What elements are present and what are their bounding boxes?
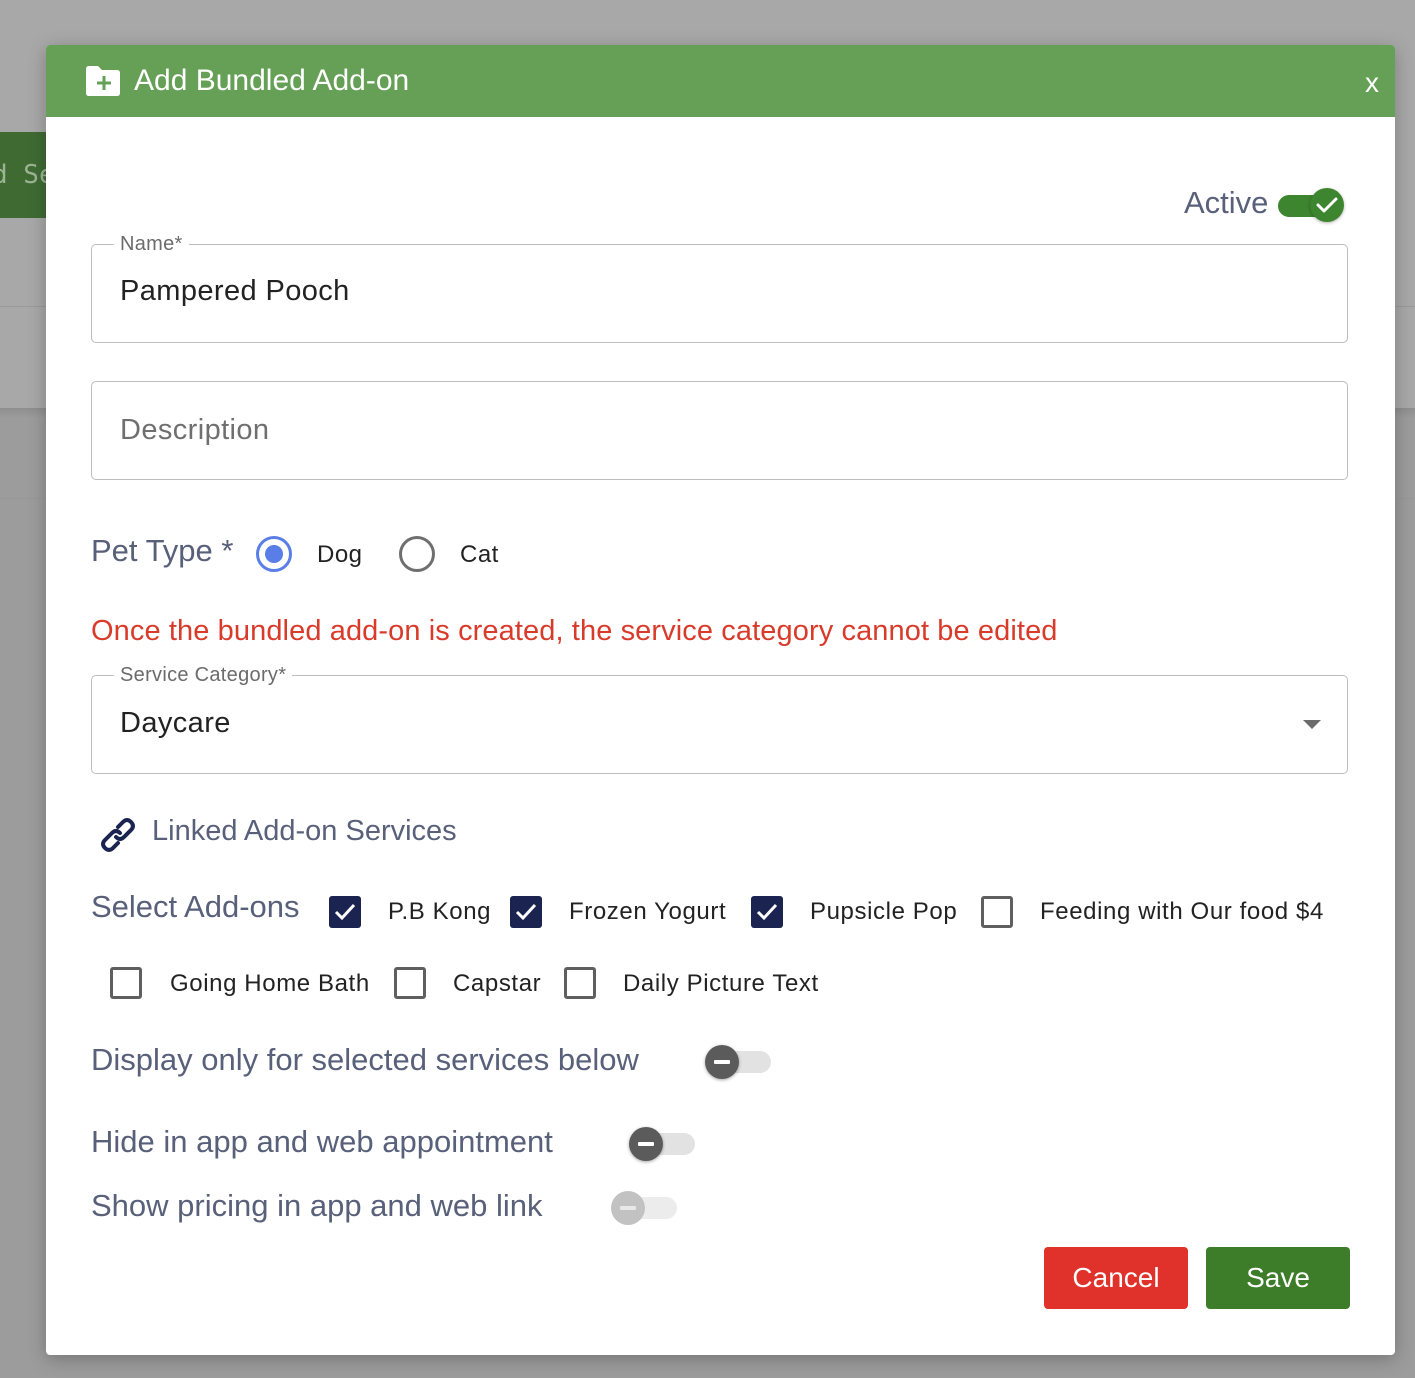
check-icon — [515, 903, 537, 921]
addon-checkbox-daily-picture-text[interactable] — [564, 967, 596, 999]
display-only-selected-label: Display only for selected services below — [91, 1042, 639, 1077]
pet-type-dog-radio[interactable] — [256, 536, 292, 572]
name-field-value: Pampered Pooch — [120, 275, 350, 307]
dialog-title: Add Bundled Add-on — [134, 64, 410, 97]
addon-checkbox-pupsicle-pop[interactable] — [751, 896, 783, 928]
linked-addon-services-heading: Linked Add-on Services — [152, 815, 457, 847]
addon-checkbox-frozen-yogurt[interactable] — [510, 896, 542, 928]
pet-type-cat-radio[interactable] — [399, 536, 435, 572]
pet-type-label: Pet Type * — [91, 533, 234, 568]
service-category-warning: Once the bundled add-on is created, the … — [91, 615, 1058, 647]
hide-in-app-toggle[interactable] — [629, 1127, 695, 1161]
link-icon — [101, 818, 135, 852]
radio-dot — [265, 545, 283, 563]
service-category-label: Service Category* — [114, 662, 293, 688]
name-field-label: Name* — [114, 231, 189, 257]
addon-label: Going Home Bath — [170, 970, 370, 997]
active-toggle[interactable] — [1278, 188, 1344, 222]
addon-label: Feeding with Our food $4 — [1040, 898, 1324, 925]
addon-checkbox-feeding[interactable] — [981, 896, 1013, 928]
dialog-header: Add Bundled Add-on x — [46, 45, 1395, 117]
folder-plus-icon — [86, 66, 120, 96]
addon-label: P.B Kong — [388, 898, 492, 925]
close-button[interactable]: x — [1365, 67, 1379, 99]
addon-checkbox-pb-kong[interactable] — [329, 896, 361, 928]
add-bundled-addon-dialog: Add Bundled Add-on x Active Name* Pamper… — [46, 45, 1395, 1355]
addon-checkbox-capstar[interactable] — [394, 967, 426, 999]
select-addons-label: Select Add-ons — [91, 889, 300, 924]
minus-icon — [611, 1191, 645, 1225]
cancel-button[interactable]: Cancel — [1044, 1247, 1188, 1309]
service-category-value: Daycare — [120, 707, 231, 739]
description-field[interactable]: Description — [91, 381, 1348, 480]
pet-type-dog-label: Dog — [317, 541, 363, 568]
minus-icon — [629, 1127, 663, 1161]
save-button[interactable]: Save — [1206, 1247, 1350, 1309]
addon-label: Capstar — [453, 970, 542, 997]
minus-icon — [705, 1045, 739, 1079]
check-icon — [1310, 188, 1344, 222]
addon-checkbox-going-home-bath[interactable] — [110, 967, 142, 999]
description-placeholder: Description — [120, 414, 270, 446]
chevron-down-icon[interactable] — [1303, 720, 1321, 729]
check-icon — [334, 903, 356, 921]
addon-label: Daily Picture Text — [623, 970, 819, 997]
addon-label: Pupsicle Pop — [810, 898, 958, 925]
addon-label: Frozen Yogurt — [569, 898, 727, 925]
service-category-select[interactable]: Service Category* Daycare — [91, 662, 1348, 774]
hide-in-app-label: Hide in app and web appointment — [91, 1124, 553, 1159]
check-icon — [756, 903, 778, 921]
show-pricing-toggle[interactable] — [611, 1191, 677, 1225]
name-field[interactable]: Name* Pampered Pooch — [91, 231, 1348, 343]
pet-type-cat-label: Cat — [460, 541, 499, 568]
show-pricing-label: Show pricing in app and web link — [91, 1188, 543, 1223]
active-label: Active — [1184, 185, 1269, 220]
display-only-selected-toggle[interactable] — [705, 1045, 771, 1079]
